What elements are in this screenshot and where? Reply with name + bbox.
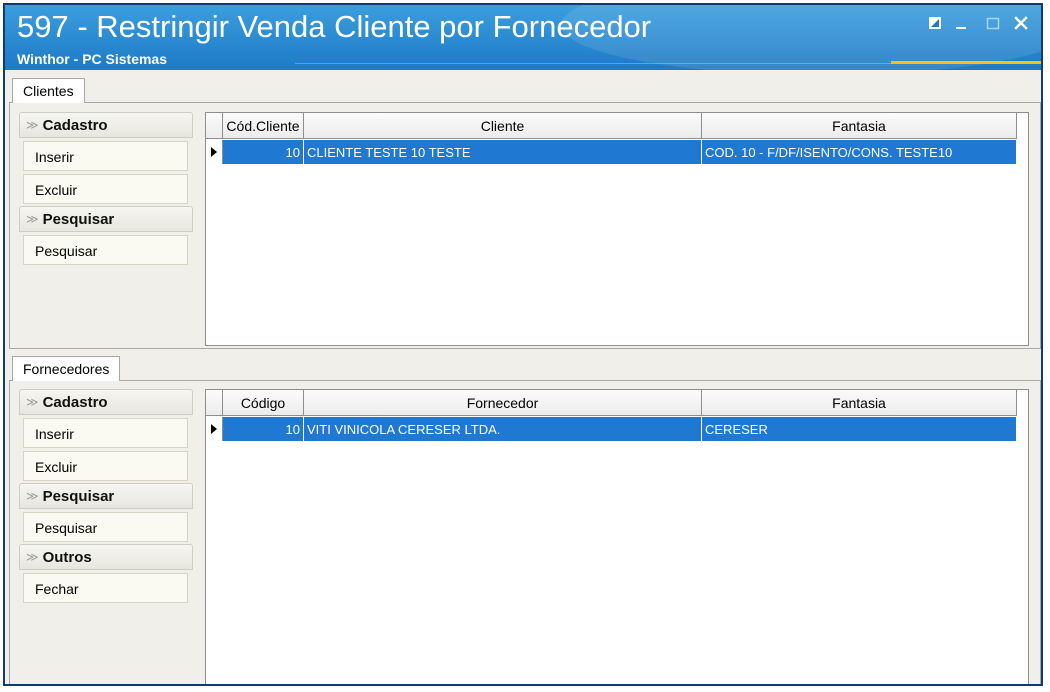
cell-fornecedor[interactable]: VITI VINICOLA CERESER LTDA. xyxy=(304,417,702,441)
table-row[interactable]: 10 CLIENTE TESTE 10 TESTE COD. 10 - F/DF… xyxy=(206,140,1017,164)
collapse-chevron-icon: ≫ xyxy=(26,118,39,132)
group-header-cadastro[interactable]: ≫ Cadastro xyxy=(19,389,193,415)
window-title: 597 - Restringir Venda Cliente por Forne… xyxy=(17,9,652,44)
group-header-outros[interactable]: ≫ Outros xyxy=(19,544,193,570)
column-header-cliente[interactable]: Cliente xyxy=(304,113,702,139)
group-title: Outros xyxy=(42,548,92,566)
tab-clientes[interactable]: Clientes xyxy=(12,78,85,103)
fornecedores-grid[interactable]: Código Fornecedor Fantasia 10 VITI VINIC… xyxy=(205,389,1029,684)
fornecedores-sidebar: ≫ Cadastro Inserir Excluir ≫ Pesquisar Pes… xyxy=(19,389,193,605)
table-row[interactable]: 10 VITI VINICOLA CERESER LTDA. CERESER xyxy=(206,417,1017,441)
collapse-chevron-icon: ≫ xyxy=(26,212,39,226)
title-bar[interactable]: 597 - Restringir Venda Cliente por Forne… xyxy=(5,5,1041,70)
clientes-grid[interactable]: Cód.Cliente Cliente Fantasia 10 CLIENTE … xyxy=(205,112,1029,346)
group-title: Pesquisar xyxy=(42,210,115,228)
column-header-codigo[interactable]: Código xyxy=(223,390,304,416)
cell-cod-cliente[interactable]: 10 xyxy=(223,140,304,164)
collapse-chevron-icon: ≫ xyxy=(26,395,39,409)
collapse-chevron-icon: ≫ xyxy=(26,550,39,564)
app-window: 597 - Restringir Venda Cliente por Forne… xyxy=(3,3,1043,686)
minimize-icon[interactable] xyxy=(951,13,971,33)
collapse-chevron-icon: ≫ xyxy=(26,489,39,503)
title-accent-line xyxy=(891,61,1041,64)
group-header-pesquisar[interactable]: ≫ Pesquisar xyxy=(19,206,193,232)
group-title: Cadastro xyxy=(42,393,108,411)
maximize-icon[interactable] xyxy=(983,13,1003,33)
column-header-fantasia[interactable]: Fantasia xyxy=(702,113,1017,139)
group-title: Pesquisar xyxy=(42,487,115,505)
fornecedores-group-outros: ≫ Outros Fechar xyxy=(19,544,193,603)
excluir-button[interactable]: Excluir xyxy=(23,174,188,204)
clientes-group-pesquisar: ≫ Pesquisar Pesquisar xyxy=(19,206,193,265)
cell-cliente[interactable]: CLIENTE TESTE 10 TESTE xyxy=(304,140,702,164)
close-icon[interactable] xyxy=(1011,13,1031,33)
tab-fornecedores[interactable]: Fornecedores xyxy=(12,356,121,381)
column-header-fantasia[interactable]: Fantasia xyxy=(702,390,1017,416)
window-subtitle: Winthor - PC Sistemas xyxy=(17,51,168,67)
group-header-cadastro[interactable]: ≫ Cadastro xyxy=(19,112,193,138)
cell-fantasia[interactable]: COD. 10 - F/DF/ISENTO/CONS. TESTE10 xyxy=(702,140,1017,164)
inserir-button[interactable]: Inserir xyxy=(23,141,188,171)
pesquisar-button[interactable]: Pesquisar xyxy=(23,512,188,542)
clientes-sidebar: ≫ Cadastro Inserir Excluir ≫ Pesquisar Pes… xyxy=(19,112,193,267)
title-decoration-line xyxy=(295,63,895,64)
fornecedores-group-pesquisar: ≫ Pesquisar Pesquisar xyxy=(19,483,193,542)
cell-fantasia[interactable]: CERESER xyxy=(702,417,1017,441)
header-indicator-cell xyxy=(206,390,223,416)
group-title: Cadastro xyxy=(42,116,108,134)
group-header-pesquisar[interactable]: ≫ Pesquisar xyxy=(19,483,193,509)
grid-header: Cód.Cliente Cliente Fantasia xyxy=(206,113,1017,139)
fornecedores-group-cadastro: ≫ Cadastro Inserir Excluir xyxy=(19,389,193,481)
excluir-button[interactable]: Excluir xyxy=(23,451,188,481)
row-indicator-icon xyxy=(206,417,223,441)
header-indicator-cell xyxy=(206,113,223,139)
row-indicator-icon xyxy=(206,140,223,164)
inserir-button[interactable]: Inserir xyxy=(23,418,188,448)
cell-codigo[interactable]: 10 xyxy=(223,417,304,441)
column-header-cod-cliente[interactable]: Cód.Cliente xyxy=(223,113,304,139)
fechar-button[interactable]: Fechar xyxy=(23,573,188,603)
clientes-group-cadastro: ≫ Cadastro Inserir Excluir xyxy=(19,112,193,204)
grid-header: Código Fornecedor Fantasia xyxy=(206,390,1017,416)
restore-icon[interactable] xyxy=(925,13,945,33)
pesquisar-button[interactable]: Pesquisar xyxy=(23,235,188,265)
column-header-fornecedor[interactable]: Fornecedor xyxy=(304,390,702,416)
